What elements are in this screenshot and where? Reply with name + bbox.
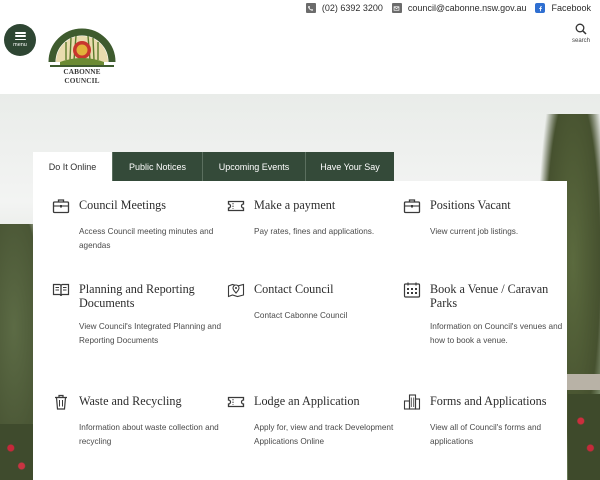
phone-link[interactable]: (02) 6392 3200 [305,3,383,13]
card-description: Information about waste collection and r… [79,423,219,446]
card-title[interactable]: Contact Council [254,282,334,296]
trash-icon [52,393,70,411]
card-planning-reporting[interactable]: Planning and Reporting Documents View Co… [52,282,222,348]
card-make-a-payment[interactable]: Make a payment Pay rates, fines and appl… [227,198,397,239]
mail-icon [391,3,402,13]
card-description: Information on Council's venues and how … [430,322,563,345]
facebook-icon [535,3,546,13]
search-label: search [571,38,590,44]
card-title[interactable]: Council Meetings [79,198,166,212]
card-description: Contact Cabonne Council [254,311,348,320]
logo-text: CABONNE COUNCIL [63,67,101,85]
ticket-icon [227,393,245,411]
top-contact-bar: (02) 6392 3200 council@cabonne.nsw.gov.a… [305,0,600,16]
card-waste-recycling[interactable]: Waste and Recycling Information about wa… [52,394,222,449]
book-icon [52,281,70,299]
card-title[interactable]: Positions Vacant [430,198,511,212]
card-council-meetings[interactable]: Council Meetings Access Council meeting … [52,198,222,253]
map-pin-icon [227,281,245,299]
do-it-online-panel: Council Meetings Access Council meeting … [33,181,567,480]
facebook-link[interactable]: Facebook [535,3,591,13]
card-description: Apply for, view and track Development Ap… [254,423,394,446]
email-link[interactable]: council@cabonne.nsw.gov.au [391,3,527,13]
card-title[interactable]: Make a payment [254,198,335,212]
briefcase-icon [403,197,421,215]
facebook-label[interactable]: Facebook [551,3,591,13]
email-address[interactable]: council@cabonne.nsw.gov.au [408,3,527,13]
card-description: View current job listings. [430,227,519,236]
card-description: View Council's Integrated Planning and R… [79,322,222,345]
card-description: Access Council meeting minutes and agend… [79,227,214,250]
search-icon [575,23,587,35]
briefcase-icon [52,197,70,215]
card-book-a-venue[interactable]: Book a Venue / Caravan Parks Information… [403,282,573,348]
card-contact-council[interactable]: Contact Council Contact Cabonne Council [227,282,397,323]
phone-icon [305,3,316,13]
phone-number[interactable]: (02) 6392 3200 [322,3,383,13]
card-title[interactable]: Lodge an Application [254,394,360,408]
card-description: View all of Council's forms and applicat… [430,423,542,446]
card-title[interactable]: Forms and Applications [430,394,546,408]
hero-road [566,374,600,390]
tab-upcoming-events[interactable]: Upcoming Events [203,152,306,181]
card-lodge-application[interactable]: Lodge an Application Apply for, view and… [227,394,397,449]
ticket-icon [227,197,245,215]
hamburger-icon [14,32,26,40]
menu-label: menu [13,42,27,48]
card-title[interactable]: Book a Venue / Caravan Parks [430,282,573,310]
card-description: Pay rates, fines and applications. [254,227,375,236]
card-title[interactable]: Waste and Recycling [79,394,182,408]
card-title[interactable]: Planning and Reporting Documents [79,282,222,310]
card-positions-vacant[interactable]: Positions Vacant View current job listin… [403,198,573,239]
hero-flowers-left [0,424,36,480]
menu-button[interactable]: menu [4,24,36,56]
buildings-icon [403,393,421,411]
card-forms-applications[interactable]: Forms and Applications View all of Counc… [403,394,573,449]
calendar-icon [403,281,421,299]
tab-public-notices[interactable]: Public Notices [113,152,203,181]
tab-have-your-say[interactable]: Have Your Say [306,152,394,181]
search-button[interactable]: search [572,23,590,44]
quick-links-tabs: Do It Online Public Notices Upcoming Eve… [33,152,394,181]
tab-do-it-online[interactable]: Do It Online [33,152,113,181]
